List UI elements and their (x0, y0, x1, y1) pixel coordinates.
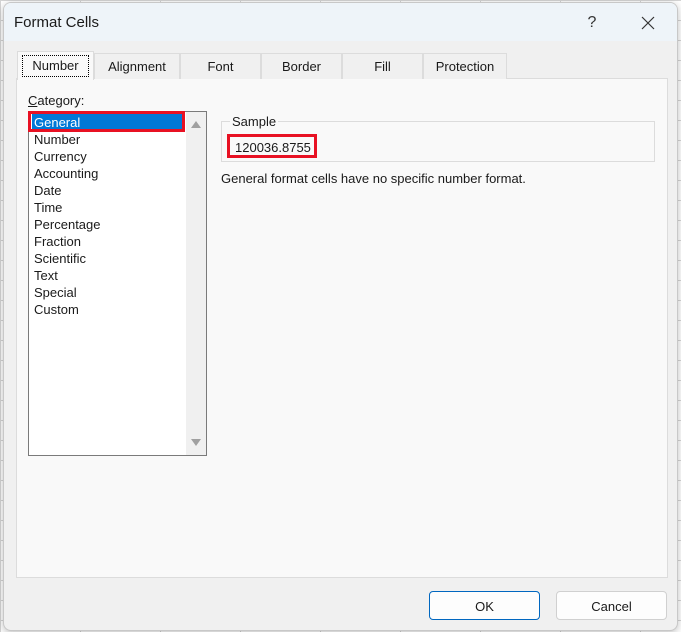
category-item-general[interactable]: General (32, 114, 182, 131)
category-item-currency[interactable]: Currency (32, 148, 182, 165)
category-item-accounting[interactable]: Accounting (32, 165, 182, 182)
scroll-up-arrow-icon[interactable] (191, 121, 201, 128)
title-bar: Format Cells ? (4, 3, 677, 41)
format-description: General format cells have no specific nu… (221, 171, 526, 186)
category-label-accesskey: C (28, 93, 38, 108)
ok-button[interactable]: OK (429, 591, 540, 620)
tab-protection[interactable]: Protection (423, 53, 507, 79)
tab-font-label: Font (207, 59, 234, 74)
close-button[interactable] (632, 9, 664, 37)
tab-fill-label: Fill (374, 59, 391, 74)
category-item-scientific[interactable]: Scientific (32, 250, 182, 267)
dialog-title: Format Cells (14, 14, 100, 31)
category-item-custom[interactable]: Custom (32, 301, 182, 318)
sample-legend: Sample (230, 114, 279, 129)
tab-alignment-label: Alignment (108, 59, 166, 74)
category-item-time[interactable]: Time (32, 199, 182, 216)
category-item-text[interactable]: Text (32, 267, 182, 284)
cancel-button[interactable]: Cancel (556, 591, 667, 620)
tab-number[interactable]: Number (17, 51, 94, 80)
tab-number-label: Number (22, 55, 89, 77)
tab-border-label: Border (281, 59, 322, 74)
category-scrollbar[interactable] (186, 112, 206, 455)
tab-protection-label: Protection (435, 59, 495, 74)
scroll-down-arrow-icon[interactable] (191, 439, 201, 446)
sample-value: 120036.8755 (235, 140, 311, 155)
tab-alignment[interactable]: Alignment (94, 53, 180, 79)
category-label: Category: (28, 93, 84, 108)
tab-font[interactable]: Font (180, 53, 261, 79)
help-button[interactable]: ? (578, 9, 606, 37)
category-item-special[interactable]: Special (32, 284, 182, 301)
category-item-percentage[interactable]: Percentage (32, 216, 182, 233)
tab-fill[interactable]: Fill (342, 53, 423, 79)
category-listbox[interactable]: General Number Currency Accounting Date … (28, 111, 207, 456)
category-item-date[interactable]: Date (32, 182, 182, 199)
category-item-fraction[interactable]: Fraction (32, 233, 182, 250)
category-item-number[interactable]: Number (32, 131, 182, 148)
format-cells-dialog: Format Cells ? Number Alignment Font Bor… (3, 2, 678, 631)
category-label-text: ategory: (37, 93, 85, 108)
tab-border[interactable]: Border (261, 53, 342, 79)
close-icon (641, 16, 655, 30)
